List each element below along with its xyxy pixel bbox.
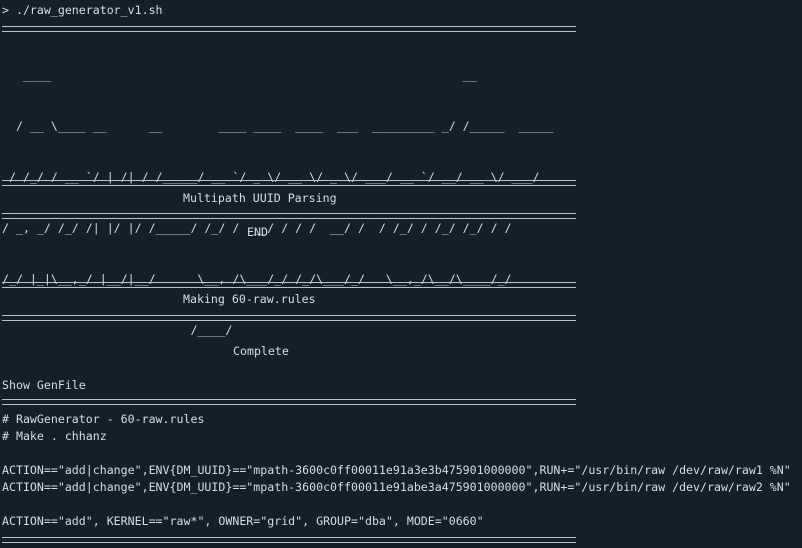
banner-line: / __ \____ __ __ ____ ____ ____ ___ ____… <box>2 119 554 133</box>
udev-rule-line: ACTION=="add|change",ENV{DM_UUID}=="mpat… <box>2 463 791 477</box>
rules-comment: # Make . chhanz <box>2 429 107 443</box>
genfile-top-rule <box>2 399 576 405</box>
banner-line: /____/ <box>2 323 233 337</box>
banner-line: / _, _/ /_/ /| |/ |/ /_____/ /_/ / __/ /… <box>2 221 512 235</box>
section1-title: Multipath UUID Parsing <box>183 191 337 205</box>
banner-line: ____ __ <box>2 68 477 82</box>
banner-top-rule <box>2 26 576 32</box>
show-genfile-label: Show GenFile <box>2 378 86 392</box>
genfile-bottom-rule <box>2 537 576 543</box>
rules-comment: # RawGenerator - 60-raw.rules <box>2 412 205 426</box>
section-rule <box>2 282 576 288</box>
section-rule <box>2 213 576 219</box>
command-line: > ./raw_generator_v1.sh <box>2 3 163 17</box>
terminal-window[interactable]: > ./raw_generator_v1.sh ____ __ / __ \__… <box>0 0 802 548</box>
section1-status: END <box>247 225 268 239</box>
section2-status: Complete <box>233 344 289 358</box>
section-rule <box>2 315 576 321</box>
udev-rule-line: ACTION=="add|change",ENV{DM_UUID}=="mpat… <box>2 480 791 494</box>
section-rule <box>2 180 576 186</box>
section2-title: Making 60-raw.rules <box>183 292 316 306</box>
udev-rule-line: ACTION=="add", KERNEL=="raw*", OWNER="gr… <box>2 514 484 528</box>
